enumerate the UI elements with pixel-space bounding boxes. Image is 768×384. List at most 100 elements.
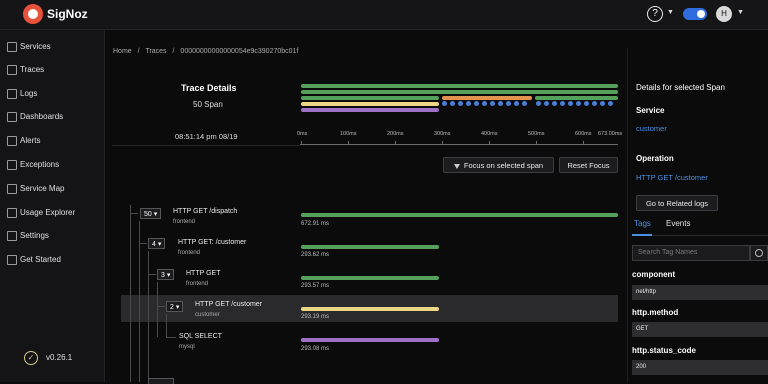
- child-count-value: 50: [144, 211, 152, 218]
- span-duration-bar[interactable]: [301, 213, 618, 217]
- span-child-count[interactable]: [148, 378, 174, 384]
- tick-label: 400ms: [481, 131, 498, 137]
- panel-divider: [627, 48, 628, 382]
- search-icon[interactable]: [750, 245, 768, 261]
- tag-value: net/http: [632, 285, 768, 300]
- help-icon[interactable]: ?: [647, 6, 663, 22]
- span-child-count[interactable]: 50 ▾: [140, 208, 162, 219]
- span-duration-bar[interactable]: [301, 338, 439, 342]
- span-service: mysql: [179, 344, 195, 350]
- flame-bar[interactable]: [442, 96, 532, 100]
- flame-dot: [458, 101, 463, 106]
- avatar[interactable]: H: [716, 6, 732, 22]
- dashboard-icon: [7, 112, 17, 122]
- flame-dot: [482, 101, 487, 106]
- flame-bar[interactable]: [301, 90, 618, 94]
- breadcrumb-separator: /: [172, 48, 175, 55]
- logs-icon: [7, 89, 17, 99]
- go-to-related-logs-button[interactable]: Go to Related logs: [636, 195, 718, 211]
- service-value[interactable]: customer: [636, 124, 667, 133]
- rocket-icon: [7, 255, 17, 265]
- span-duration: 293.08 ms: [301, 346, 330, 352]
- gear-icon: [7, 231, 17, 241]
- tick-label: 100ms: [340, 131, 357, 137]
- trace-details-title: Trace Details: [181, 83, 237, 93]
- sidebar-item-services[interactable]: Services: [0, 38, 104, 56]
- sidebar-item-label: Get Started: [20, 255, 61, 264]
- sidebar-item-settings[interactable]: Settings: [0, 227, 104, 245]
- flame-dot: [466, 101, 471, 106]
- operation-value[interactable]: HTTP GET /customer: [636, 173, 708, 182]
- child-count-value: 4: [152, 241, 156, 248]
- sidebar-item-traces[interactable]: Traces: [0, 61, 104, 79]
- flame-bar[interactable]: [301, 102, 439, 106]
- traces-icon: [7, 65, 17, 75]
- breadcrumb: Home / Traces / 00000000000000054e9c3902…: [113, 48, 302, 55]
- tag-value: GET: [632, 322, 768, 337]
- focus-selected-span-button[interactable]: Focus on selected span: [443, 157, 554, 173]
- divider: [112, 145, 300, 146]
- tab-tags[interactable]: Tags: [634, 219, 651, 228]
- flame-bar[interactable]: [301, 84, 618, 88]
- tree-connector: [148, 274, 156, 275]
- sidebar-item-get-started[interactable]: Get Started: [0, 251, 104, 269]
- span-child-count[interactable]: 2 ▾: [166, 301, 184, 312]
- span-duration-bar[interactable]: [301, 276, 439, 280]
- flame-bar[interactable]: [301, 96, 439, 100]
- tab-events[interactable]: Events: [666, 219, 690, 228]
- tick-label: 600ms: [575, 131, 592, 137]
- span-child-count[interactable]: 3 ▾: [157, 269, 175, 280]
- user-dropdown-chevron-down-icon[interactable]: ▼: [737, 9, 744, 16]
- reset-focus-button[interactable]: Reset Focus: [559, 157, 618, 173]
- span-name: HTTP GET /customer: [195, 301, 263, 308]
- flame-dot: [544, 101, 549, 106]
- tag-search-input[interactable]: Search Tag Names: [632, 245, 750, 261]
- theme-toggle[interactable]: [683, 8, 707, 20]
- service-label: Service: [636, 106, 665, 115]
- toggle-knob: [697, 10, 705, 18]
- focus-button-label: Focus on selected span: [463, 161, 544, 170]
- span-duration-bar[interactable]: [301, 307, 439, 311]
- flame-dot-row[interactable]: [442, 101, 618, 106]
- flame-dot: [576, 101, 581, 106]
- sidebar-item-service-map[interactable]: Service Map: [0, 180, 104, 198]
- signoz-logo-icon[interactable]: [23, 4, 43, 24]
- flame-bar[interactable]: [301, 108, 439, 112]
- sidebar-item-exceptions[interactable]: Exceptions: [0, 156, 104, 174]
- span-service: frontend: [186, 281, 209, 287]
- flame-dot: [608, 101, 613, 106]
- timeline-axis: [300, 144, 618, 145]
- trace-timestamp: 08:51:14 pm 08/19: [175, 132, 238, 141]
- breadcrumb-trace-id: 00000000000000054e9c390270bc01f: [180, 48, 299, 55]
- child-count-value: 3: [161, 272, 165, 279]
- line-chart-icon: [7, 208, 17, 218]
- details-title: Details for selected Span: [636, 83, 725, 92]
- span-name: HTTP GET /dispatch: [173, 208, 238, 215]
- breadcrumb-traces[interactable]: Traces: [145, 48, 166, 55]
- span-duration-bar[interactable]: [301, 245, 439, 249]
- flame-dot: [592, 101, 597, 106]
- flame-dot: [560, 101, 565, 106]
- flame-dot: [568, 101, 573, 106]
- tick-label: 200ms: [387, 131, 404, 137]
- app-name[interactable]: SigNoz: [47, 7, 88, 21]
- flame-dot: [584, 101, 589, 106]
- breadcrumb-home[interactable]: Home: [113, 48, 132, 55]
- sidebar-item-logs[interactable]: Logs: [0, 85, 104, 103]
- span-name: HTTP GET: [186, 270, 221, 277]
- sidebar-item-usage-explorer[interactable]: Usage Explorer: [0, 204, 104, 222]
- flame-dot: [490, 101, 495, 106]
- sidebar-item-label: Service Map: [20, 184, 65, 193]
- sidebar-item-label: Logs: [20, 89, 38, 98]
- help-dropdown-chevron-down-icon[interactable]: ▼: [667, 9, 674, 16]
- span-duration: 293.62 ms: [301, 252, 330, 258]
- sidebar-item-alerts[interactable]: Alerts: [0, 132, 104, 150]
- span-duration: 293.57 ms: [301, 283, 330, 289]
- tick-label: 500ms: [528, 131, 545, 137]
- span-service: frontend: [173, 219, 196, 225]
- related-logs-label: Go to Related logs: [645, 199, 709, 208]
- flame-bar[interactable]: [535, 96, 618, 100]
- flame-dot: [536, 101, 541, 106]
- sidebar-item-dashboards[interactable]: Dashboards: [0, 108, 104, 126]
- span-child-count[interactable]: 4 ▾: [148, 238, 166, 249]
